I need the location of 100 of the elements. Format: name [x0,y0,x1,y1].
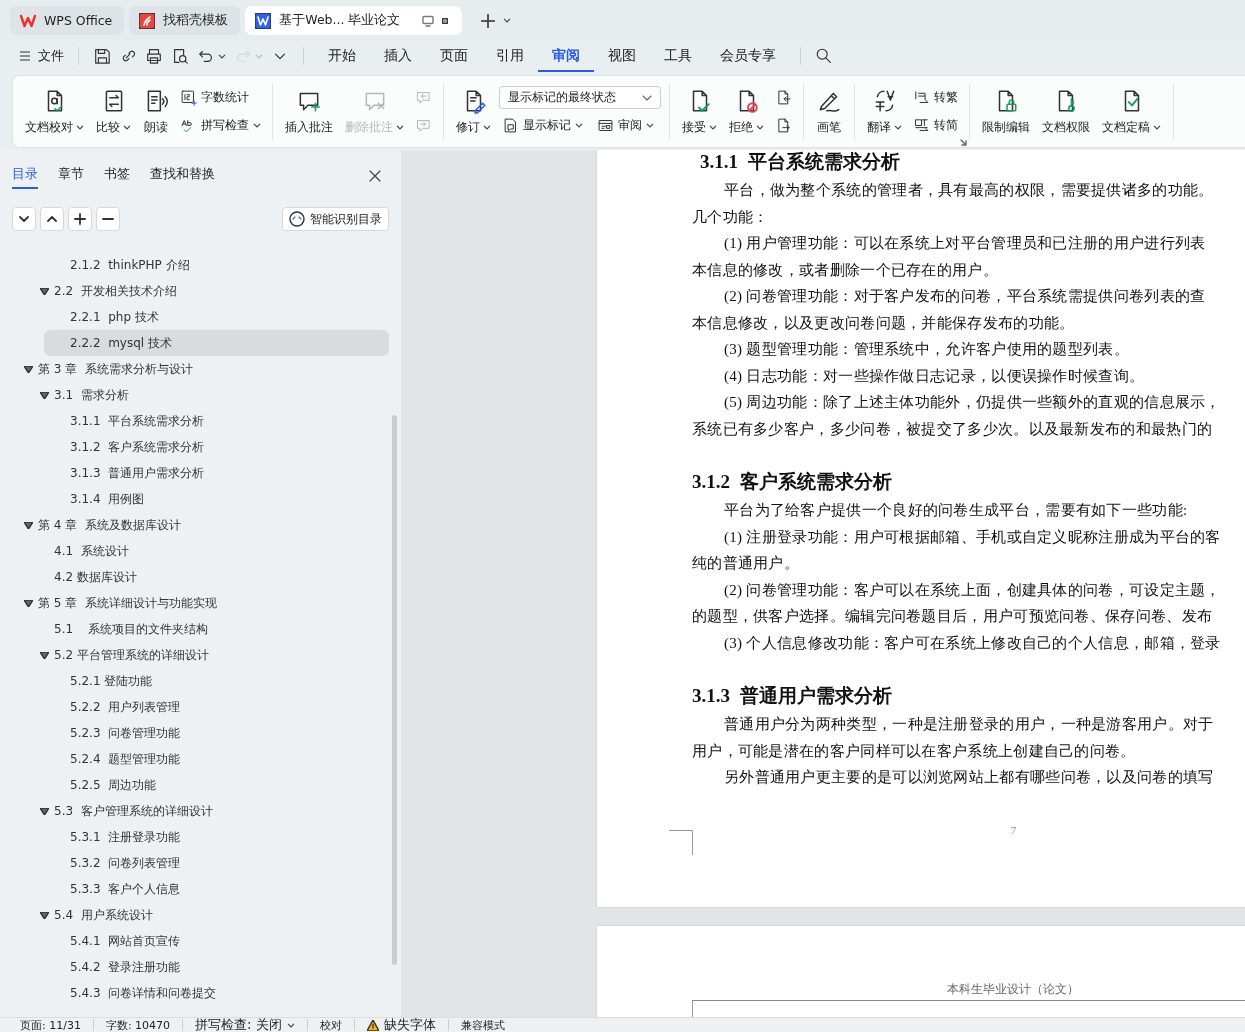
status-warning[interactable]: 缺失字体 [362,1016,440,1032]
paragraph: 普通用户分为两种类型，一种是注册登录的用户，一种是游客用户。对于 用户，可能是潜在的客户同样可以在客户系统上创建自己的问卷。 [692,715,1215,761]
collapse-triangle-icon[interactable] [40,807,49,815]
panel-tab[interactable]: 章节 [58,162,84,189]
panel-tab[interactable]: 书签 [104,162,130,189]
ribbon-tab[interactable]: 工具 [650,40,706,72]
ribbon-button[interactable]: 拒绝 [725,86,768,137]
dialog-launcher-button[interactable] [960,139,967,146]
file-menu-button[interactable]: 文件 [16,43,68,69]
toc-item[interactable]: 2.2.2 mysql 技术 [44,330,389,356]
collapse-triangle-icon[interactable] [40,651,49,659]
collapse-button[interactable] [40,207,64,231]
collapse-triangle-icon[interactable] [40,911,49,919]
document-tab[interactable]: 基于Web... 毕业论文 [245,6,463,35]
paragraph: 平台，做为整个系统的管理者，具有最高的权限，需要提供诸多的功能。 几个功能： [692,181,1215,227]
status-text: 页面: 11/31 [19,1018,82,1032]
toc-item[interactable]: 2.2 开发相关技术介绍 [28,278,389,304]
ribbon-tab[interactable]: 页面 [426,40,482,72]
toc-item[interactable]: 5.3.1 注册登录功能 [44,824,389,850]
toc-item[interactable]: 5.4.3 问卷详情和问卷提交 [44,980,389,1006]
menu-icon [20,51,30,61]
toc-item[interactable]: 4.2 数据库设计 [28,564,389,590]
toc-item[interactable]: 4.1 系统设计 [28,538,389,564]
toc-item[interactable]: 5.4 用户系统设计 [28,902,389,928]
toc-item[interactable]: 3.1.4 用例图 [44,486,389,512]
toc-item[interactable]: 5.2.5 周边功能 [44,772,389,798]
status-text: 兼容模式 [459,1018,506,1032]
toc-item[interactable]: 5.3 客户管理系统的详细设计 [28,798,389,824]
section-heading: 3.1.2 客户系统需求分析 [692,470,893,494]
page-number: 7 [1009,824,1018,836]
collapse-triangle-icon[interactable] [40,391,49,399]
toc-item[interactable]: 3.1 需求分析 [28,382,389,408]
toc-item[interactable]: 2.2.1 php 技术 [44,304,389,330]
toc-item[interactable]: 5.3.2 问卷列表管理 [44,850,389,876]
ribbon-button[interactable]: 转繁 [910,85,961,110]
document-tab[interactable]: WPS Office [10,6,125,35]
convert-icon [913,117,930,134]
panel-tab[interactable]: 查找和替换 [150,162,215,189]
ribbon-button[interactable]: 拼写检查 [177,113,264,138]
ribbon-button[interactable]: 插入批注 [281,86,337,137]
toc-item[interactable]: 5.2 平台管理系统的详细设计 [28,642,389,668]
caret-icon [503,18,512,23]
markup-dropdown[interactable]: 显示标记的最终状态 [499,86,661,109]
paragraph: (4) 日志功能：对一些操作做日志记录，以便误操作时候查询。 [723,366,1146,386]
caret-icon [218,53,226,59]
expand-button[interactable] [12,207,36,231]
ribbon-button[interactable]: 文档定稿 [1098,86,1165,137]
ribbon-tab[interactable]: 会员专享 [706,40,790,72]
ribbon-button[interactable]: 比较 [92,86,135,137]
caret-icon [76,125,84,130]
collapse-triangle-icon[interactable] [24,365,33,373]
collapse-triangle-icon[interactable] [24,521,33,529]
status-dropdown[interactable]: 拼写检查: 关闭 [191,1016,299,1032]
document-tab[interactable]: 找稻壳模板 [129,6,241,35]
toc-item[interactable]: 5.2.2 用户列表管理 [44,694,389,720]
toc-item[interactable]: 5.3.3 客户个人信息 [44,876,389,902]
toc-item[interactable]: 5.2.3 问卷管理功能 [44,720,389,746]
toc-item[interactable]: 5.4.1 网站首页宣传 [44,928,389,954]
panel-tab[interactable]: 目录 [12,162,38,189]
ribbon-button[interactable]: 审阅 [594,113,657,137]
toc-item[interactable]: 3.1.3 普通用户需求分析 [44,460,389,486]
toc-item[interactable]: 第 3 章 系统需求分析与设计 [12,356,389,382]
toc-item[interactable]: 5.2.4 题型管理功能 [44,746,389,772]
toc-item[interactable]: 5.1 系统项目的文件夹结构 [28,616,389,642]
ribbon-button[interactable]: 显示标记 [499,113,586,137]
ribbon-button[interactable]: 字数统计 [177,85,264,110]
caret-icon [646,122,654,128]
ribbon-button[interactable]: 文档校对 [21,86,88,137]
toc-item[interactable]: 第 4 章 系统及数据库设计 [12,512,389,538]
close-button[interactable] [369,169,381,182]
ribbon-button[interactable]: 翻译 [863,86,906,137]
remove-button[interactable] [96,207,120,231]
ribbon-button[interactable]: 接受 [678,86,721,137]
plus-icon [481,13,496,28]
collapse-triangle-icon[interactable] [40,287,49,295]
scrollbar-thumb[interactable] [392,415,397,965]
ribbon-button[interactable]: 朗读 [139,86,173,137]
caret-icon [286,1022,295,1028]
caret-icon [894,125,902,130]
collapse-triangle-icon[interactable] [24,599,33,607]
ribbon-button[interactable]: 限制编辑 [978,86,1034,137]
ribbon-tab[interactable]: 开始 [314,40,370,72]
toc-item[interactable]: 第 5 章 系统详细设计与功能实现 [12,590,389,616]
paragraph: (5) 周边功能：除了上述主体功能外，仍提供一些额外的直观的信息展示， 系统已有多少客户，多少问卷，被提交了多少次。以及最新发布的和最热门的 [692,393,1222,439]
smart-toc-button[interactable]: 智能识别目录 [282,207,389,231]
ribbon-button[interactable]: 转简 [910,113,961,138]
ribbon-button[interactable]: 文档权限 [1038,86,1094,137]
toc-item[interactable]: 3.1.1 平台系统需求分析 [44,408,389,434]
add-button[interactable] [68,207,92,231]
word-count-icon [180,89,197,106]
toc-item[interactable]: 5.2.1 登陆功能 [44,668,389,694]
ribbon-tab[interactable]: 审阅 [538,40,594,72]
toc-item[interactable]: 5.4.2 登录注册功能 [44,954,389,980]
toc-item[interactable]: 3.1.2 客户系统需求分析 [44,434,389,460]
ribbon-tab[interactable]: 引用 [482,40,538,72]
toc-item[interactable]: 2.1.2 thinkPHP 介绍 [44,252,389,278]
ribbon-button[interactable]: 修订 [452,86,495,137]
ribbon-tab[interactable]: 视图 [594,40,650,72]
ribbon-tab[interactable]: 插入 [370,40,426,72]
ribbon-button[interactable]: 画笔 [812,86,846,137]
